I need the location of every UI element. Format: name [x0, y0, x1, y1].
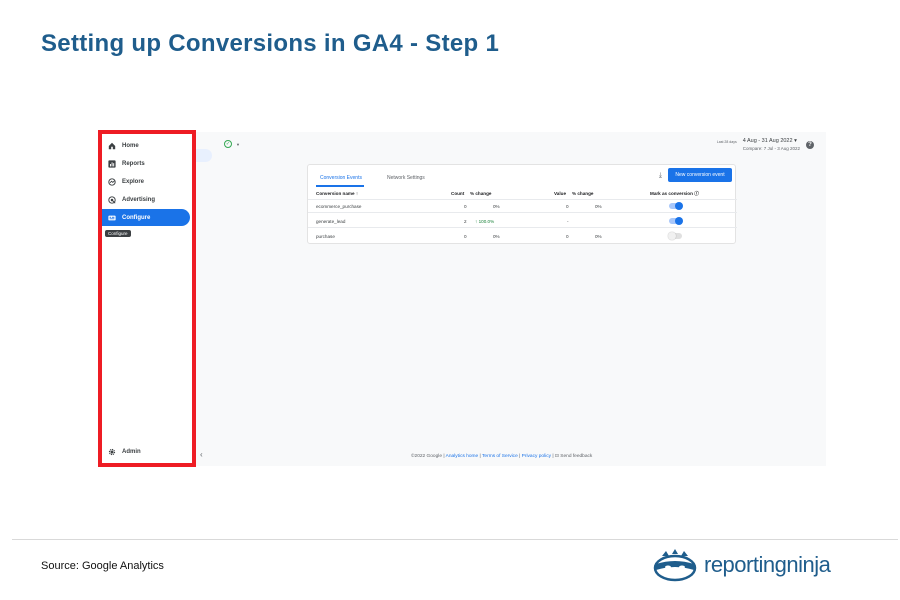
row-value: 0 [566, 234, 569, 239]
table-row: ecommerce_purchase 0 0% 0 0% [308, 200, 737, 213]
toggle-knob [675, 202, 683, 210]
row-value-change: 0% [595, 234, 602, 239]
col-conversion-name[interactable]: Conversion name ↑ [316, 191, 358, 196]
row-value: 0 [566, 204, 569, 209]
configure-tooltip: Configure [105, 230, 131, 237]
col-value: Value [554, 191, 567, 196]
download-icon[interactable]: ⤓ [659, 172, 662, 180]
reports-icon [107, 159, 116, 168]
row-count-change: 0% [493, 234, 500, 239]
nav-item-explore[interactable]: Explore [102, 173, 190, 190]
tab-conversion-events[interactable]: Conversion Events [320, 175, 362, 181]
chevron-down-icon: ▼ [236, 141, 240, 147]
nav-item-home[interactable]: Home [102, 137, 190, 154]
date-compare-value: Compare: 7 Jul - 3 Aug 2022 [742, 146, 800, 151]
source-note: Source: Google Analytics [41, 560, 164, 572]
sidebar: Home Reports Explore Advertising Configu… [98, 132, 196, 466]
col-count: Count [451, 191, 465, 196]
terms-link[interactable]: Terms of Service [482, 454, 518, 459]
logo-wordmark: reportingninja [704, 552, 831, 577]
nav-item-reports[interactable]: Reports [102, 155, 190, 172]
toggle-knob [675, 217, 683, 225]
analytics-home-link[interactable]: Analytics home [446, 454, 479, 459]
row-count-change: 0% [493, 204, 500, 209]
configure-icon [107, 213, 116, 222]
table-row: purchase 0 0% 0 0% [308, 230, 737, 243]
sidebar-hover-pill [194, 149, 212, 162]
new-conversion-event-button[interactable]: New conversion event [668, 168, 732, 182]
conversions-card: Conversion Events Network Settings ⤓ New… [307, 164, 737, 244]
explore-icon [107, 177, 116, 186]
ga4-screenshot: Home Reports Explore Advertising Configu… [98, 132, 826, 466]
collapse-sidebar-icon[interactable]: ‹ [200, 450, 203, 459]
row-count: 2 [464, 219, 467, 224]
nav-label-explore: Explore [122, 178, 145, 185]
home-icon [107, 141, 116, 150]
row-name: purchase [316, 234, 335, 239]
check-circle-icon: ✓ [224, 140, 232, 148]
nav-item-admin[interactable]: Admin [102, 443, 190, 460]
ga-footer: ©2022 Google | Analytics home | Terms of… [411, 454, 593, 459]
date-range-picker[interactable]: Last 28 days 4 Aug - 31 Aug 2022 ▾ Compa… [717, 138, 814, 151]
date-range-value: 4 Aug - 31 Aug 2022 ▾ [742, 138, 797, 144]
row-value: - [567, 219, 569, 224]
privacy-link[interactable]: Privacy policy [522, 454, 551, 459]
info-icon[interactable]: ⓘ [694, 191, 699, 196]
date-range-label: Last 28 days [716, 140, 737, 144]
mark-conversion-toggle[interactable] [669, 202, 683, 210]
arrow-up-icon: ↑ [475, 219, 478, 224]
row-count-change: ↑ 100.0% [475, 219, 495, 224]
reportingninja-logo: reportingninja [652, 548, 831, 582]
col-value-change: % change [572, 191, 594, 196]
nav-item-advertising[interactable]: Advertising [102, 191, 190, 208]
nav-label-reports: Reports [122, 160, 145, 167]
ninja-icon [653, 549, 697, 582]
row-count: 0 [464, 234, 467, 239]
nav-label-configure: Configure [122, 214, 151, 221]
row-name: generate_lead [316, 219, 346, 224]
gear-icon [107, 447, 116, 456]
toggle-knob [668, 232, 676, 240]
mark-conversion-toggle[interactable] [669, 217, 683, 225]
row-value-change: 0% [595, 204, 602, 209]
help-icon[interactable]: ? [806, 141, 814, 149]
feedback-icon: ⊡ [554, 454, 559, 459]
slide-title: Setting up Conversions in GA4 - Step 1 [41, 30, 500, 57]
col-mark-as-conversion: Mark as conversion ⓘ [650, 191, 699, 196]
footer-divider [12, 539, 898, 540]
nav-label-admin: Admin [122, 448, 141, 455]
nav-label-advertising: Advertising [122, 196, 156, 203]
advertising-icon [107, 195, 116, 204]
property-selector[interactable]: ✓ ▼ [224, 140, 240, 148]
nav-label-home: Home [122, 142, 139, 149]
col-count-change: % change [470, 191, 492, 196]
send-feedback-link[interactable]: Send feedback [560, 454, 592, 459]
row-name: ecommerce_purchase [316, 204, 362, 209]
table-row: generate_lead 2 ↑ 100.0% - [308, 215, 737, 228]
row-count: 0 [464, 204, 467, 209]
tab-network-settings[interactable]: Network Settings [387, 175, 425, 181]
nav-item-configure[interactable]: Configure [98, 209, 190, 226]
mark-conversion-toggle[interactable] [668, 232, 682, 240]
table-header: Conversion name ↑ Count % change Value %… [308, 187, 737, 200]
